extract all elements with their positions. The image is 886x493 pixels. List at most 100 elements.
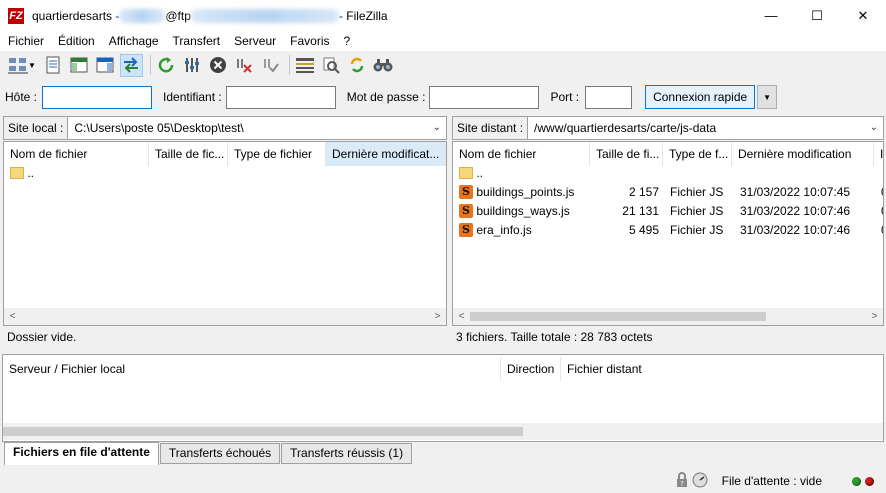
local-col-size[interactable]: Taille de fic...	[149, 142, 228, 166]
local-path-value: C:\Users\poste 05\Desktop\test\	[74, 121, 244, 135]
local-path-combobox[interactable]: C:\Users\poste 05\Desktop\test\ ⌄	[68, 116, 447, 140]
binoculars-icon	[373, 59, 393, 72]
reconnect-button[interactable]	[259, 54, 282, 77]
js-file-icon: S	[459, 222, 473, 237]
minimize-button[interactable]: —	[748, 0, 794, 31]
site-manager-button[interactable]	[6, 54, 29, 77]
redacted-hostname	[190, 8, 339, 23]
compare-directories-button[interactable]	[320, 54, 343, 77]
unknown-encryption-icon[interactable]: ?	[674, 471, 690, 491]
tab-queued-files[interactable]: Fichiers en file d'attente	[4, 442, 159, 465]
quickconnect-button[interactable]: Connexion rapide	[645, 85, 756, 109]
local-tree-icon	[70, 57, 88, 73]
local-site-label: Site local :	[3, 116, 69, 140]
local-site-bar: Site local : C:\Users\poste 05\Desktop\t…	[3, 116, 447, 140]
menu-edition[interactable]: Édition	[51, 31, 102, 51]
remote-file-type: Fichier JS	[670, 185, 724, 199]
remote-file-name: era_info.js	[476, 223, 532, 237]
remote-scroll-thumb[interactable]	[470, 312, 766, 321]
remote-col-type[interactable]: Type de f...	[663, 142, 732, 166]
search-remote-files-button[interactable]	[372, 54, 395, 77]
local-col-type[interactable]: Type de fichier	[228, 142, 326, 166]
menu-help[interactable]: ?	[337, 31, 358, 51]
disconnect-button[interactable]	[233, 54, 256, 77]
close-button[interactable]: ✕	[840, 0, 886, 31]
remote-file-name: ..	[476, 166, 484, 180]
local-file-row[interactable]: ..	[4, 164, 446, 183]
refresh-button[interactable]	[155, 54, 178, 77]
remote-file-name: buildings_points.js	[476, 185, 575, 199]
filter-icon	[296, 58, 315, 73]
menu-transfert[interactable]: Transfert	[166, 31, 228, 51]
remote-status: 3 fichiers. Taille totale : 28 783 octet…	[452, 327, 884, 348]
user-input[interactable]	[225, 85, 336, 109]
site-manager-dropdown-icon[interactable]: ▼	[28, 61, 36, 70]
toggle-remote-tree-button[interactable]	[94, 54, 117, 77]
toggle-transfer-queue-button[interactable]	[119, 53, 143, 77]
disconnect-icon	[237, 59, 253, 73]
tab-successful-transfers[interactable]: Transferts réussis (1)	[281, 443, 413, 464]
toggle-message-log-button[interactable]	[42, 54, 65, 77]
synchronized-browsing-button[interactable]	[346, 54, 369, 77]
queue-horizontal-scrollbar[interactable]	[3, 423, 883, 440]
chevron-down-icon[interactable]: ⌄	[433, 117, 441, 139]
remote-path-value: /www/quartierdesarts/carte/js-data	[534, 121, 717, 135]
speed-limits-icon[interactable]	[692, 472, 708, 491]
scroll-left-icon[interactable]: <	[453, 308, 470, 325]
remote-file-list[interactable]: Nom de fichier Taille de fi... Type de f…	[452, 141, 884, 326]
menu-serveur[interactable]: Serveur	[227, 31, 283, 51]
remote-col-name[interactable]: Nom de fichier	[453, 142, 590, 166]
menu-fichier[interactable]: Fichier	[0, 31, 51, 51]
host-input[interactable]	[42, 85, 153, 109]
queue-tabs: Fichiers en file d'attente Transferts éc…	[0, 442, 886, 465]
quickconnect-bar: Hôte : Identifiant : Mot de passe : Port…	[0, 82, 886, 112]
remote-col-permissions[interactable]: I	[874, 142, 883, 166]
remote-col-size[interactable]: Taille de fi...	[590, 142, 663, 166]
queue-col-remote-file[interactable]: Fichier distant	[561, 357, 761, 381]
scroll-left-icon[interactable]: <	[4, 308, 21, 325]
maximize-button[interactable]: ☐	[794, 0, 840, 31]
remote-horizontal-scrollbar[interactable]: < >	[453, 308, 883, 325]
speedometer-icon	[692, 472, 708, 487]
queue-scroll-thumb[interactable]	[3, 427, 523, 436]
message-log-icon	[46, 56, 60, 74]
remote-path-combobox[interactable]: /www/quartierdesarts/carte/js-data ⌄	[528, 116, 884, 140]
tab-failed-transfers[interactable]: Transferts échoués	[159, 443, 281, 464]
menu-favoris[interactable]: Favoris	[283, 31, 336, 51]
queue-col-server-local[interactable]: Serveur / Fichier local	[3, 357, 501, 381]
remote-file-modified: 31/03/2022 10:07:46	[740, 223, 851, 237]
port-label: Port :	[550, 90, 580, 104]
local-horizontal-scrollbar[interactable]: < >	[4, 308, 446, 325]
remote-file-row[interactable]: S buildings_ways.js 21 131 Fichier JS 31…	[453, 202, 883, 221]
cancel-operation-button[interactable]	[207, 54, 230, 77]
site-manager-icon	[7, 58, 28, 74]
chevron-down-icon[interactable]: ⌄	[870, 117, 878, 139]
remote-file-row[interactable]: S era_info.js 5 495 Fichier JS 31/03/202…	[453, 221, 883, 240]
chevron-down-icon: ▼	[763, 92, 772, 102]
refresh-icon	[159, 57, 174, 73]
svg-text:?: ?	[680, 480, 684, 488]
password-label: Mot de passe :	[346, 90, 426, 104]
queue-col-direction[interactable]: Direction	[501, 357, 561, 381]
scroll-right-icon[interactable]: >	[866, 308, 883, 325]
local-col-modified[interactable]: Dernière modificat...	[326, 142, 446, 166]
port-input[interactable]	[585, 85, 633, 109]
password-input[interactable]	[429, 85, 540, 109]
scroll-right-icon[interactable]: >	[429, 308, 446, 325]
js-file-icon: S	[459, 184, 473, 199]
directory-listing-filters-button[interactable]	[294, 54, 317, 77]
toggle-local-tree-button[interactable]	[68, 54, 91, 77]
quickconnect-history-dropdown[interactable]: ▼	[757, 85, 778, 109]
remote-file-row[interactable]: ..	[453, 164, 883, 183]
receive-led-icon	[852, 476, 861, 486]
local-file-list[interactable]: Nom de fichier Taille de fic... Type de …	[3, 141, 447, 326]
transfer-queue-list[interactable]: Serveur / Fichier local Direction Fichie…	[2, 354, 884, 442]
send-led-icon	[865, 476, 874, 486]
local-col-name[interactable]: Nom de fichier	[4, 142, 149, 166]
remote-file-row[interactable]: S buildings_points.js 2 157 Fichier JS 3…	[453, 183, 883, 202]
remote-file-modified: 31/03/2022 10:07:46	[740, 204, 851, 218]
menu-affichage[interactable]: Affichage	[102, 31, 166, 51]
title-bar: FZ quartierdesarts - @ftp - FileZilla — …	[0, 0, 886, 31]
remote-col-modified[interactable]: Dernière modification	[732, 142, 874, 166]
process-queue-button[interactable]	[181, 54, 204, 77]
